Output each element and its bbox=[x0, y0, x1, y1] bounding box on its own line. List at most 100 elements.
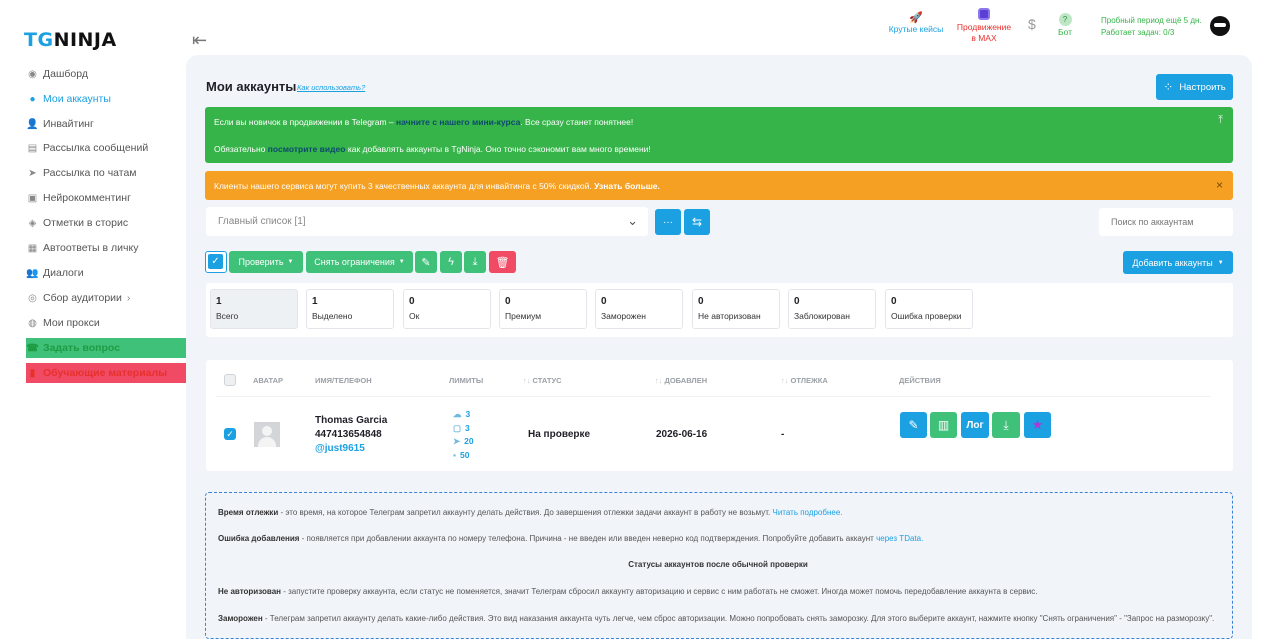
logo[interactable]: TGNINJA bbox=[24, 29, 117, 51]
download-button[interactable]: ⤓ bbox=[464, 251, 486, 273]
statuses-heading: Статусы аккаунтов после обычной проверки bbox=[628, 560, 808, 569]
stat-frozen[interactable]: 0 Заморожен bbox=[595, 289, 683, 329]
col-status[interactable]: ↑↓ СТАТУС bbox=[523, 376, 562, 385]
check-icon: ✓ bbox=[226, 429, 234, 439]
row-checkbox[interactable]: ✓ bbox=[224, 428, 236, 440]
pencil-icon: ✎ bbox=[421, 256, 431, 269]
ninja-avatar[interactable] bbox=[1210, 16, 1230, 36]
col-name-phone: ИМЯ/ТЕЛЕФОН bbox=[315, 376, 372, 385]
delete-button[interactable]: 🗑 bbox=[489, 251, 516, 273]
invite-limit-icon: ▪ bbox=[453, 449, 457, 460]
comment-icon: ▣ bbox=[27, 192, 38, 204]
chat-limit-icon: ▢ bbox=[453, 422, 462, 433]
col-limits: ЛИМИТЫ bbox=[449, 376, 484, 385]
question-icon: ? bbox=[1058, 13, 1072, 26]
avatar[interactable] bbox=[254, 422, 280, 447]
remove-restrictions-button[interactable]: Снять ограничения ▼ bbox=[306, 251, 413, 273]
row-log-button[interactable]: Лог bbox=[961, 412, 989, 438]
sidebar-item-messaging[interactable]: ▤ Рассылка сообщений bbox=[26, 138, 186, 158]
account-identity: Thomas Garcia 447413654848 @just9615 bbox=[315, 414, 387, 456]
account-search-input[interactable] bbox=[1099, 208, 1233, 236]
table-select-all-checkbox[interactable] bbox=[224, 374, 236, 386]
account-name: Thomas Garcia bbox=[315, 415, 388, 426]
more-button[interactable]: ··· bbox=[655, 209, 681, 235]
sort-icon: ↑↓ bbox=[655, 376, 663, 385]
col-added[interactable]: ↑↓ ДОБАВЛЕН bbox=[655, 376, 707, 385]
row-download-button[interactable]: ⤓ bbox=[992, 412, 1020, 438]
cooldown-value: - bbox=[781, 429, 785, 440]
sidebar-item-tutorials[interactable]: ▮ Обучающие материалы bbox=[26, 363, 186, 383]
cool-cases-link[interactable]: 🚀 Крутые кейсы bbox=[884, 13, 948, 35]
stat-selected[interactable]: 1 Выделено bbox=[306, 289, 394, 329]
trial-status: Пробный период ещё 5 дн. Работает задач:… bbox=[1101, 16, 1202, 37]
sidebar-item-dashboard[interactable]: ◉ Дашборд bbox=[26, 64, 186, 84]
row-edit-button[interactable]: ✎ bbox=[900, 412, 927, 438]
edit-button[interactable]: ✎ bbox=[415, 251, 437, 273]
stat-blocked[interactable]: 0 Заблокирован bbox=[788, 289, 876, 329]
added-date: 2026-06-16 bbox=[656, 429, 708, 440]
read-more-link[interactable]: Читать подробнее. bbox=[773, 508, 843, 517]
tdata-link[interactable]: через TData. bbox=[876, 534, 923, 543]
pencil-icon: ✎ bbox=[908, 418, 919, 432]
header-divider bbox=[216, 396, 1210, 397]
account-username-link[interactable]: @just9615 bbox=[315, 442, 387, 456]
configure-button[interactable]: ⁘ Настроить bbox=[1156, 74, 1233, 100]
sidebar-item-my-accounts[interactable]: ● Мои аккаунты bbox=[26, 89, 186, 109]
sidebar-item-neurocommenting[interactable]: ▣ Нейрокомментинг bbox=[26, 188, 186, 208]
download-icon: ⤓ bbox=[472, 255, 478, 268]
max-icon bbox=[978, 8, 990, 20]
info-banner: Если вы новичок в продвижении в Telegram… bbox=[205, 107, 1233, 163]
stat-premium[interactable]: 0 Премиум bbox=[499, 289, 587, 329]
sidebar-item-autoreplies[interactable]: ▦ Автоответы в личку bbox=[26, 238, 186, 258]
account-phone: 447413654848 bbox=[315, 429, 382, 440]
sidebar-item-inviting[interactable]: 👤 Инвайтинг bbox=[26, 114, 186, 134]
status-value: На проверке bbox=[528, 429, 591, 440]
check-accounts-button[interactable]: Проверить ▼ bbox=[229, 251, 303, 273]
sidebar-item-ask-question[interactable]: ☎ Задать вопрос bbox=[26, 338, 186, 358]
sidebar-item-chat-messaging[interactable]: ➤ Рассылка по чатам bbox=[26, 163, 186, 183]
collapse-sidebar-icon[interactable]: ⇤ bbox=[192, 30, 207, 51]
stat-ok[interactable]: 0 Ок bbox=[403, 289, 491, 329]
book-icon: ▮ bbox=[29, 367, 36, 379]
sidebar-item-proxies[interactable]: ◍ Мои прокси bbox=[26, 313, 186, 333]
account-list-select[interactable]: Главный список [1] ⌄ bbox=[206, 207, 648, 236]
stat-unauthorized[interactable]: 0 Не авторизован bbox=[692, 289, 780, 329]
swap-button[interactable]: ⇆ bbox=[684, 209, 710, 235]
bot-link[interactable]: ? Бот bbox=[1052, 13, 1078, 38]
grid-icon: ⁘ bbox=[1163, 80, 1174, 94]
mini-course-link[interactable]: начните с нашего мини-курса bbox=[396, 117, 520, 127]
trash-icon: 🗑 bbox=[495, 256, 510, 269]
caret-down-icon: ▼ bbox=[398, 259, 405, 265]
watch-video-link[interactable]: посмотрите видео bbox=[268, 144, 346, 154]
lightning-button[interactable]: ϟ bbox=[440, 251, 462, 273]
add-accounts-button[interactable]: Добавить аккаунты ▼ bbox=[1123, 251, 1233, 274]
dashboard-icon: ◉ bbox=[28, 68, 37, 80]
promo-max-link[interactable]: Продвижение в MAX bbox=[952, 8, 1016, 44]
star-icon: ★ bbox=[1031, 417, 1044, 432]
stat-check-error[interactable]: 0 Ошибка проверки bbox=[885, 289, 973, 329]
sidebar-item-audience[interactable]: ◎ Сбор аудитории › bbox=[26, 288, 186, 308]
reply-icon: ▦ bbox=[27, 242, 38, 254]
learn-more-link[interactable]: Узнать больше. bbox=[594, 181, 660, 191]
page-title: Мои аккаунты bbox=[206, 79, 297, 94]
caret-down-icon: ▼ bbox=[287, 259, 294, 265]
limits-list: ☁ 3 ▢ 3 ➤ 20 ▪ 50 bbox=[453, 409, 474, 460]
lightning-icon: ϟ bbox=[448, 256, 454, 268]
row-favorite-button[interactable]: ★ bbox=[1024, 412, 1051, 438]
sidebar-item-dialogs[interactable]: 👥 Диалоги bbox=[26, 263, 186, 283]
dollar-icon[interactable]: $ bbox=[1028, 16, 1036, 32]
col-actions: ДЕЙСТВИЯ bbox=[899, 376, 941, 385]
sidebar-item-story-marks[interactable]: ◈ Отметки в сторис bbox=[26, 213, 186, 233]
audience-icon: ◎ bbox=[28, 292, 37, 304]
sort-icon: ↑↓ bbox=[523, 376, 531, 385]
chevron-down-icon: ⌄ bbox=[627, 213, 638, 228]
select-all-toggle[interactable]: ✓ bbox=[205, 251, 227, 273]
row-stats-button[interactable]: ▥ bbox=[930, 412, 957, 438]
col-avatar: АВАТАР bbox=[253, 376, 284, 385]
upload-icon[interactable]: ⤒ bbox=[1218, 114, 1223, 127]
stat-total[interactable]: 1 Всего bbox=[210, 289, 298, 329]
close-icon[interactable]: × bbox=[1216, 178, 1223, 192]
messages-icon: ▤ bbox=[27, 142, 38, 154]
how-to-use-link[interactable]: Как использовать? bbox=[297, 83, 365, 92]
col-cooldown[interactable]: ↑↓ ОТЛЕЖКА bbox=[781, 376, 828, 385]
